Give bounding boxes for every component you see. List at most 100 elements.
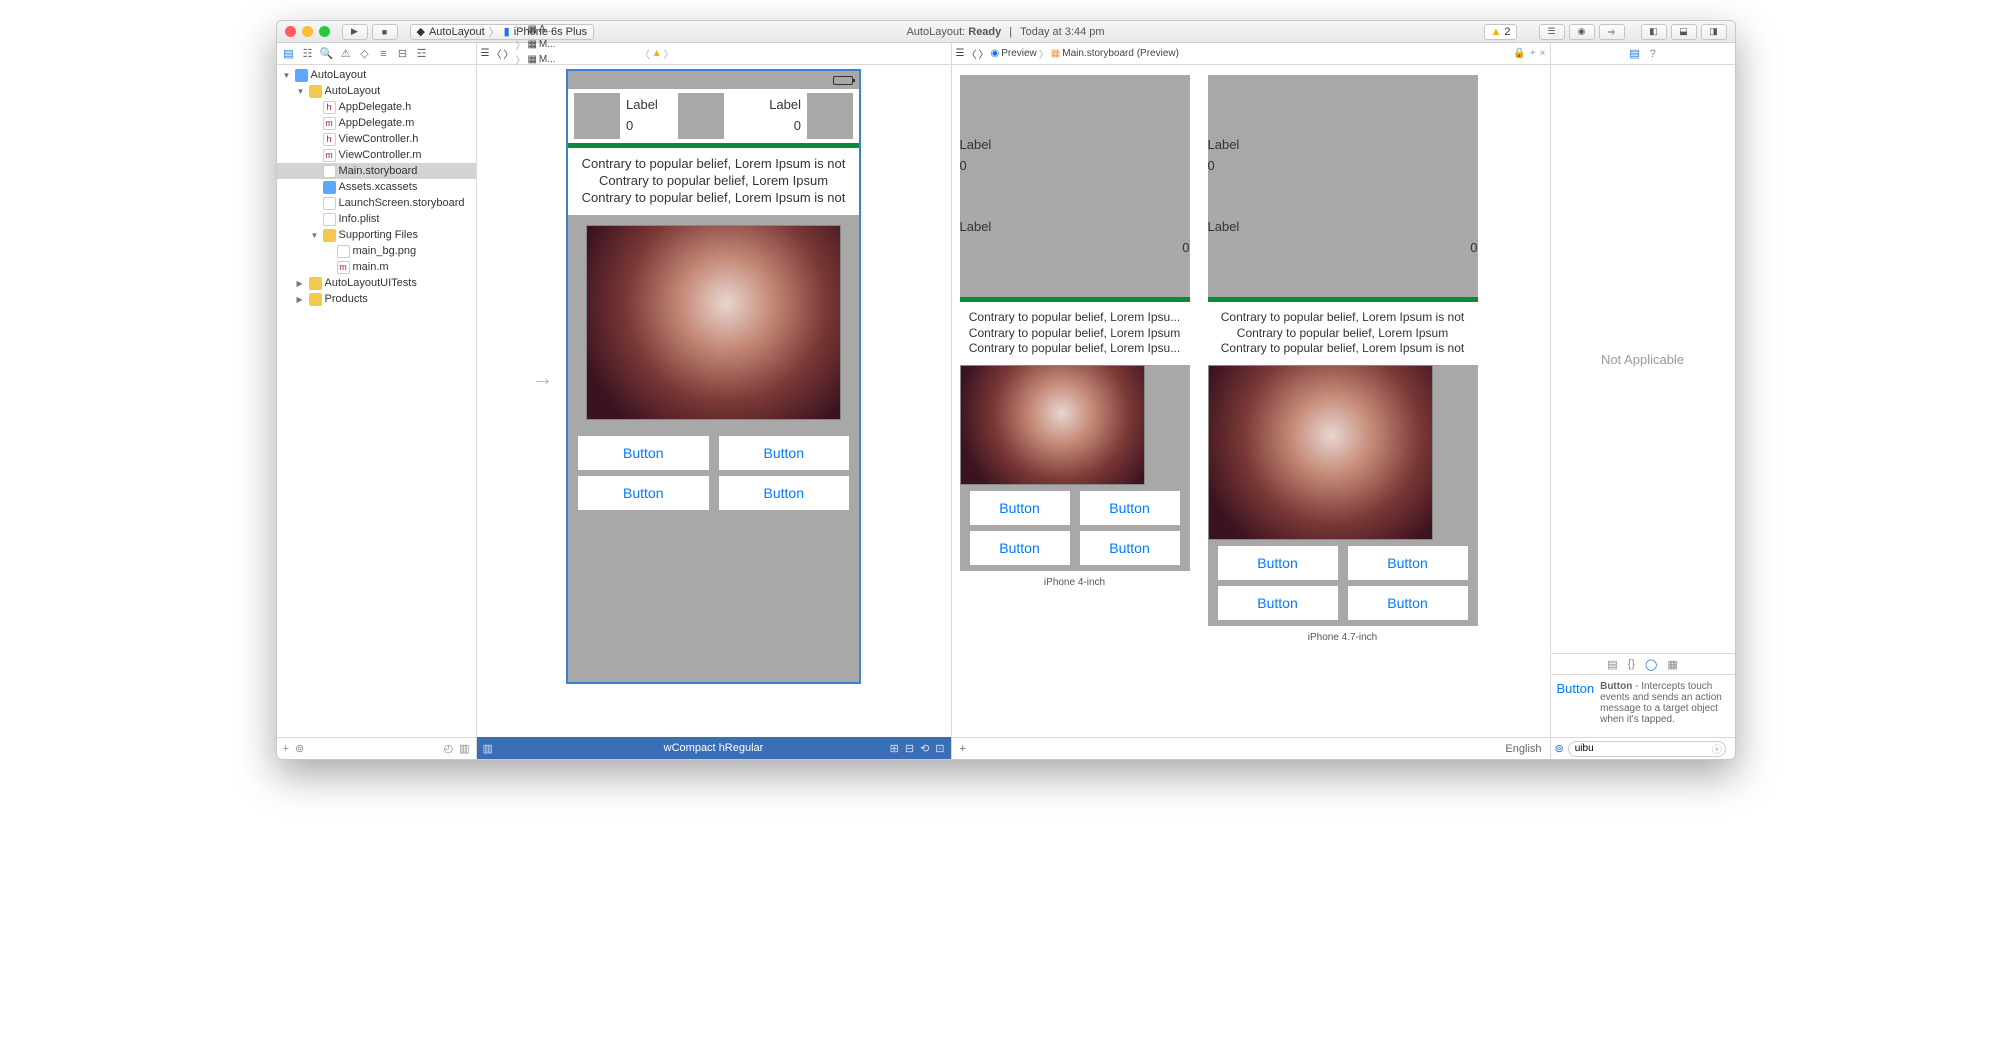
- jump-bar-main[interactable]: ☰ 〈 〉 ▦ AutoLayout〉▦ A...〉▦ M...〉▦ M...〉…: [477, 43, 952, 64]
- run-button[interactable]: ▶: [342, 24, 368, 40]
- find-navigator-tab[interactable]: 🔍: [319, 46, 335, 62]
- library-item[interactable]: Button Button - Intercepts touch events …: [1551, 675, 1735, 731]
- button[interactable]: Button: [719, 476, 850, 510]
- image-view[interactable]: [586, 225, 841, 420]
- add-preview-button[interactable]: +: [960, 743, 966, 755]
- project-navigator-tab[interactable]: ▤: [281, 46, 297, 62]
- view-controller-scene[interactable]: Label 0 Label 0 Contrary to popular belief…: [566, 69, 861, 684]
- close-assistant-button[interactable]: ×: [1540, 48, 1546, 59]
- project-tree[interactable]: ▼ AutoLayout▼ AutoLayout h AppDelegate.h…: [277, 65, 476, 737]
- disclosure-icon[interactable]: ▼: [297, 87, 306, 96]
- align-button[interactable]: ⊞: [890, 742, 899, 755]
- symbol-navigator-tab[interactable]: ☷: [300, 46, 316, 62]
- recent-filter-icon[interactable]: ◴: [443, 742, 453, 755]
- lock-icon[interactable]: 🔒: [1513, 48, 1525, 59]
- test-navigator-tab[interactable]: ◇: [357, 46, 373, 62]
- tree-row[interactable]: m ViewController.m: [277, 147, 476, 163]
- filter-icon[interactable]: ⊚: [1555, 742, 1564, 755]
- scm-filter-icon[interactable]: ▥: [459, 742, 469, 755]
- disclosure-icon[interactable]: ▶: [297, 279, 306, 288]
- clear-search-icon[interactable]: ⓧ: [1712, 741, 1722, 756]
- add-button[interactable]: +: [283, 743, 289, 755]
- tree-row[interactable]: ▼ AutoLayout: [277, 83, 476, 99]
- disclosure-icon[interactable]: ▶: [297, 295, 306, 304]
- button[interactable]: Button: [578, 436, 709, 470]
- tree-row[interactable]: m AppDelegate.m: [277, 115, 476, 131]
- jump-bar-preview[interactable]: ☰ 〈 〉 ◉ Preview 〉 ▦ Main.storyboard (Pre…: [952, 43, 1550, 64]
- code-library-tab[interactable]: {}: [1628, 658, 1635, 670]
- zoom-icon[interactable]: [319, 26, 330, 37]
- version-editor-button[interactable]: ⥤: [1599, 24, 1625, 40]
- related-items-icon[interactable]: ☰: [481, 48, 490, 59]
- document-outline-toggle-icon[interactable]: ▥: [483, 742, 493, 755]
- tree-row[interactable]: h ViewController.h: [277, 131, 476, 147]
- button[interactable]: Button: [578, 476, 709, 510]
- tree-row[interactable]: Info.plist: [277, 211, 476, 227]
- titlebar: ▶ ■ ◆ AutoLayout 〉 ▮ iPhone 6s Plus Auto…: [277, 21, 1735, 43]
- tree-row[interactable]: ▼ AutoLayout: [277, 67, 476, 83]
- related-items-icon[interactable]: ☰: [956, 48, 965, 59]
- file-template-library-tab[interactable]: ▤: [1607, 658, 1617, 671]
- breakpoint-navigator-tab[interactable]: ⊟: [395, 46, 411, 62]
- label[interactable]: 0: [626, 118, 658, 133]
- tree-row[interactable]: ▶ AutoLayoutUITests: [277, 275, 476, 291]
- minimize-icon[interactable]: [302, 26, 313, 37]
- scheme-app: AutoLayout: [429, 26, 485, 38]
- media-library-tab[interactable]: ▦: [1667, 658, 1677, 671]
- close-icon[interactable]: [285, 26, 296, 37]
- object-library-tab[interactable]: ◯: [1645, 658, 1657, 671]
- breadcrumb[interactable]: 〉▦ M...: [515, 37, 637, 52]
- forward-button[interactable]: 〉: [978, 46, 988, 61]
- ib-canvas[interactable]: → Label0 Label0: [477, 65, 952, 759]
- standard-editor-button[interactable]: ☰: [1539, 24, 1565, 40]
- forward-button[interactable]: 〉: [503, 46, 513, 61]
- pin-button[interactable]: ⊟: [905, 742, 914, 755]
- file-inspector-tab[interactable]: ▤: [1629, 47, 1639, 60]
- issue-navigator-tab[interactable]: ⚠: [338, 46, 354, 62]
- assistant-editor-button[interactable]: ◉: [1569, 24, 1595, 40]
- library-search-input[interactable]: [1568, 741, 1726, 757]
- label[interactable]: 0: [769, 118, 801, 133]
- debug-navigator-tab[interactable]: ≡: [376, 46, 392, 62]
- add-assistant-button[interactable]: +: [1530, 48, 1536, 59]
- back-button[interactable]: 〈: [966, 46, 976, 61]
- image-placeholder[interactable]: [574, 93, 620, 139]
- tree-row[interactable]: Main.storyboard: [277, 163, 476, 179]
- image-placeholder[interactable]: [678, 93, 724, 139]
- preview-language[interactable]: English: [1505, 743, 1541, 755]
- quick-help-tab[interactable]: ?: [1650, 48, 1656, 60]
- m-icon: m: [323, 149, 336, 162]
- text-label[interactable]: Contrary to popular belief, Lorem Ipsum …: [568, 148, 859, 215]
- tree-row[interactable]: main_bg.png: [277, 243, 476, 259]
- report-navigator-tab[interactable]: ☲: [414, 46, 430, 62]
- tree-row[interactable]: ▶ Products: [277, 291, 476, 307]
- folder-y-icon: [309, 293, 322, 306]
- button[interactable]: Button: [719, 436, 850, 470]
- tree-row[interactable]: Assets.xcassets: [277, 179, 476, 195]
- preview-device[interactable]: Label0 Label0 Contrary to popular belief…: [960, 75, 1190, 571]
- tree-row[interactable]: m main.m: [277, 259, 476, 275]
- resizing-button[interactable]: ⊡: [935, 742, 944, 755]
- breadcrumb[interactable]: 〉▦ A...: [515, 22, 637, 37]
- preview-canvas[interactable]: Label0 Label0 Contrary to popular belief…: [952, 65, 1550, 737]
- resolve-issues-button[interactable]: ⟲: [920, 742, 929, 755]
- label[interactable]: Label: [626, 97, 658, 112]
- filter-button[interactable]: ⊚: [295, 742, 304, 755]
- label[interactable]: Label: [769, 97, 801, 112]
- tree-row[interactable]: ▼ Supporting Files: [277, 227, 476, 243]
- warnings-badge[interactable]: ▲ 2: [1484, 24, 1516, 40]
- size-class-bar[interactable]: ▥ wCompact hRegular ⊞ ⊟ ⟲ ⊡: [477, 737, 951, 759]
- toggle-inspector-button[interactable]: ◨: [1701, 24, 1727, 40]
- back-button[interactable]: 〈: [491, 46, 501, 61]
- preview-bottom-bar: + English: [952, 737, 1550, 759]
- image-placeholder[interactable]: [807, 93, 853, 139]
- disclosure-icon[interactable]: ▼: [283, 71, 292, 80]
- stop-button[interactable]: ■: [372, 24, 398, 40]
- header-view: Label 0 Label 0: [568, 89, 859, 143]
- disclosure-icon[interactable]: ▼: [311, 231, 320, 240]
- preview-device[interactable]: Label0 Label0 Contrary to popular belief…: [1208, 75, 1478, 626]
- toggle-navigator-button[interactable]: ◧: [1641, 24, 1667, 40]
- tree-row[interactable]: h AppDelegate.h: [277, 99, 476, 115]
- tree-row[interactable]: LaunchScreen.storyboard: [277, 195, 476, 211]
- toggle-debug-button[interactable]: ⬓: [1671, 24, 1697, 40]
